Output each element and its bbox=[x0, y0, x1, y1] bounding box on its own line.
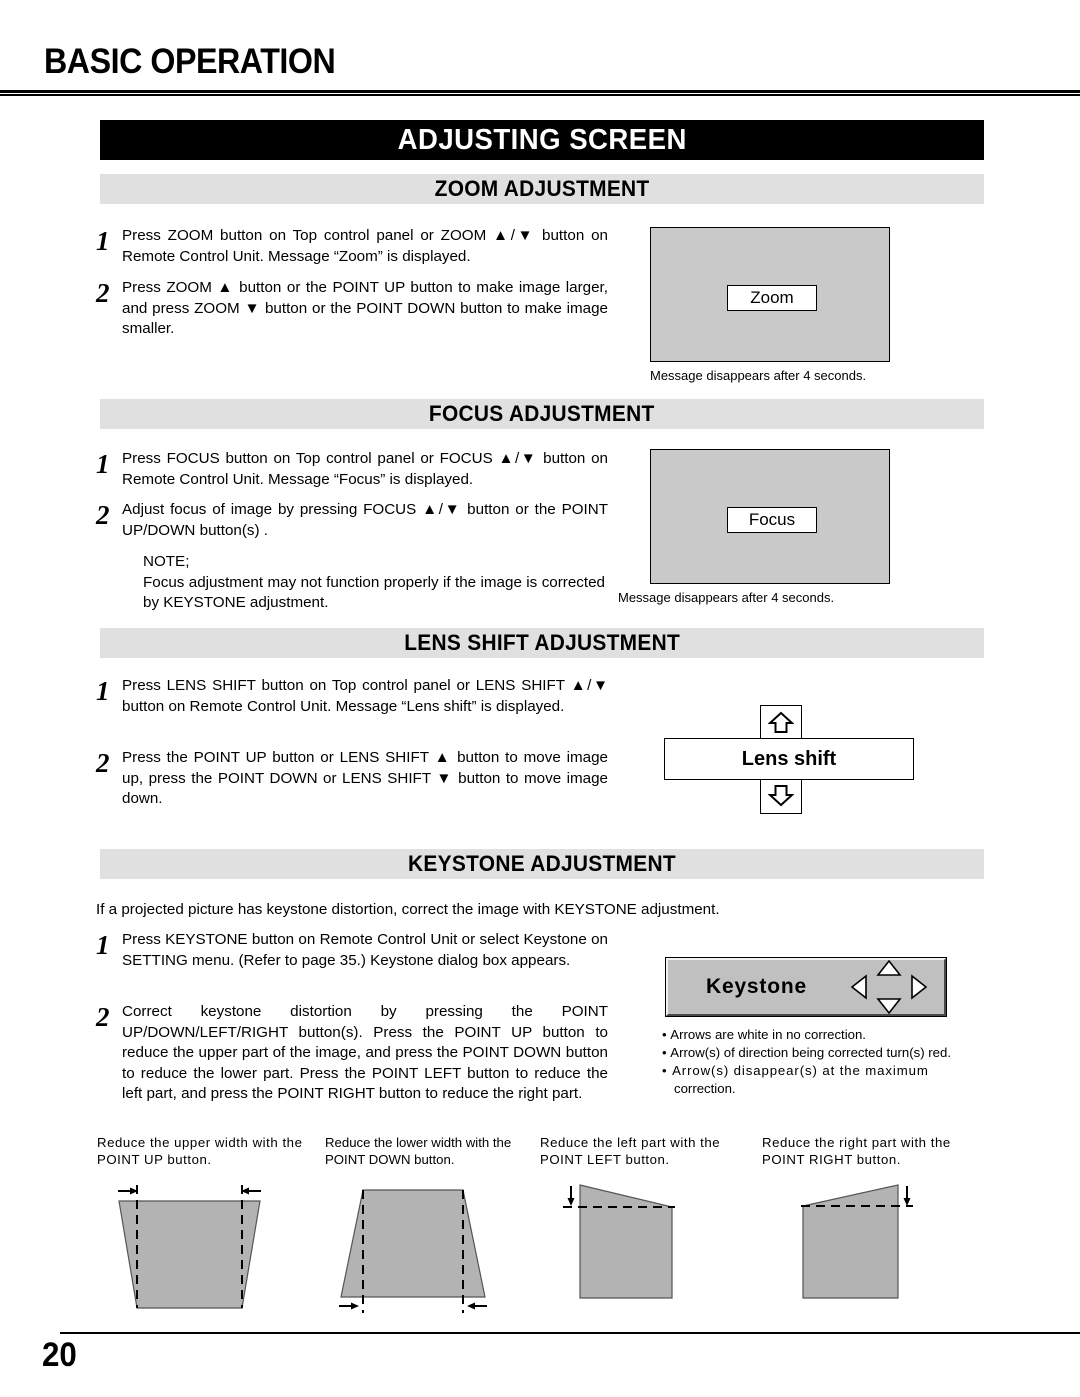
step-text: Correct keystone distortion by pressing … bbox=[122, 1003, 608, 1102]
keystone-direction-arrows-icon bbox=[850, 959, 928, 1015]
keystone-step-1: 1 Press KEYSTONE button on Remote Contro… bbox=[96, 930, 608, 971]
section-header-focus-label: FOCUS ADJUSTMENT bbox=[429, 401, 655, 426]
keystone-figure-upper-width bbox=[85, 1180, 335, 1325]
lens-shift-down-arrow-icon bbox=[760, 778, 802, 814]
keystone-dialog-box: Keystone bbox=[665, 957, 947, 1017]
footer-divider bbox=[60, 1332, 1080, 1334]
lens-shift-message-label: Lens shift bbox=[741, 747, 837, 770]
focus-figure-caption: Message disappears after 4 seconds. bbox=[618, 590, 835, 605]
step-number: 2 bbox=[96, 748, 110, 778]
section-header-focus: FOCUS ADJUSTMENT bbox=[100, 399, 984, 429]
step-number: 1 bbox=[96, 226, 110, 256]
keystone-figure-caption-2: Reduce the lower width with the POINT DO… bbox=[325, 1135, 512, 1167]
focus-note-text: Focus adjustment may not function proper… bbox=[143, 573, 605, 612]
focus-screen-preview: Focus bbox=[650, 449, 890, 584]
keystone-figure-caption-1: Reduce the upper width with the POINT UP… bbox=[97, 1135, 303, 1167]
step-text: Press the POINT UP button or LENS SHIFT … bbox=[122, 749, 608, 807]
focus-note: NOTE; Focus adjustment may not function … bbox=[143, 552, 605, 614]
keystone-figure-lower-width bbox=[320, 1180, 570, 1325]
focus-note-label: NOTE; bbox=[143, 553, 190, 570]
keystone-bullet-1: • Arrows are white in no correction. bbox=[662, 1027, 866, 1042]
zoom-step-2: 2 Press ZOOM ▲ button or the POINT UP bu… bbox=[96, 278, 608, 340]
keystone-bullet-3-text: Arrow(s) disappear(s) at the maximum bbox=[672, 1063, 929, 1078]
keystone-figure-caption-4: Reduce the right part with the POINT RIG… bbox=[762, 1135, 951, 1167]
lens-shift-step-2: 2 Press the POINT UP button or LENS SHIF… bbox=[96, 748, 608, 810]
zoom-figure-caption: Message disappears after 4 seconds. bbox=[650, 368, 867, 383]
section-header-lens-shift-label: LENS SHIFT ADJUSTMENT bbox=[404, 630, 680, 655]
step-number: 1 bbox=[96, 676, 110, 706]
adjusting-screen-banner: ADJUSTING SCREEN bbox=[100, 120, 984, 160]
focus-step-1: 1 Press FOCUS button on Top control pane… bbox=[96, 449, 608, 490]
lens-shift-message-box: Lens shift bbox=[664, 738, 914, 780]
lens-shift-figure: Lens shift bbox=[660, 705, 920, 815]
section-header-zoom: ZOOM ADJUSTMENT bbox=[100, 174, 984, 204]
section-header-keystone: KEYSTONE ADJUSTMENT bbox=[100, 849, 984, 879]
zoom-screen-preview: Zoom bbox=[650, 227, 890, 362]
keystone-bullet-2: • Arrow(s) of direction being corrected … bbox=[662, 1045, 951, 1060]
zoom-step-1: 1 Press ZOOM button on Top control panel… bbox=[96, 226, 608, 267]
focus-message-label: Focus bbox=[748, 510, 796, 529]
step-text: Adjust focus of image by pressing FOCUS … bbox=[122, 501, 608, 539]
keystone-bullet-3: • Arrow(s) disappear(s) at the maximum bbox=[662, 1063, 929, 1078]
section-header-lens-shift: LENS SHIFT ADJUSTMENT bbox=[100, 628, 984, 658]
step-text: Press ZOOM ▲ button or the POINT UP butt… bbox=[122, 279, 608, 337]
keystone-bullets: • Arrows are white in no correction. • A… bbox=[662, 1026, 1002, 1098]
keystone-bullet-3-continuation: correction. bbox=[674, 1081, 736, 1096]
keystone-step-2: 2 Correct keystone distortion by pressin… bbox=[96, 1002, 608, 1105]
lens-shift-step-1: 1 Press LENS SHIFT button on Top control… bbox=[96, 676, 608, 717]
step-number: 2 bbox=[96, 1002, 110, 1032]
banner-label: ADJUSTING SCREEN bbox=[397, 123, 687, 156]
step-text: Press ZOOM button on Top control panel o… bbox=[122, 227, 608, 265]
keystone-figure-caption-3: Reduce the left part with the POINT LEFT… bbox=[540, 1135, 721, 1167]
keystone-figure-right-part bbox=[770, 1180, 1010, 1325]
keystone-dialog-label: Keystone bbox=[706, 975, 807, 998]
zoom-message-chip: Zoom bbox=[727, 285, 817, 311]
step-number: 2 bbox=[96, 500, 110, 530]
page-title: BASIC OPERATION bbox=[44, 42, 336, 81]
step-text: Press FOCUS button on Top control panel … bbox=[122, 450, 608, 488]
header-divider bbox=[0, 90, 1080, 96]
step-text: Press LENS SHIFT button on Top control p… bbox=[122, 677, 608, 715]
keystone-figure-left-part bbox=[545, 1180, 775, 1325]
section-header-zoom-label: ZOOM ADJUSTMENT bbox=[434, 176, 650, 201]
keystone-bullet-1-text: Arrows are white in no correction. bbox=[670, 1027, 866, 1042]
page-header: BASIC OPERATION bbox=[0, 0, 1080, 96]
zoom-message-label: Zoom bbox=[750, 288, 794, 307]
page-number: 20 bbox=[42, 1336, 77, 1374]
step-number: 2 bbox=[96, 278, 110, 308]
step-number: 1 bbox=[96, 930, 110, 960]
focus-step-2: 2 Adjust focus of image by pressing FOCU… bbox=[96, 500, 608, 541]
keystone-bullet-2-text: Arrow(s) of direction being corrected tu… bbox=[670, 1045, 951, 1060]
section-header-keystone-label: KEYSTONE ADJUSTMENT bbox=[408, 851, 676, 876]
step-text: Press KEYSTONE button on Remote Control … bbox=[122, 931, 608, 969]
step-number: 1 bbox=[96, 449, 110, 479]
lens-shift-up-arrow-icon bbox=[760, 705, 802, 741]
keystone-intro: If a projected picture has keystone dist… bbox=[96, 901, 720, 918]
focus-message-chip: Focus bbox=[727, 507, 817, 533]
